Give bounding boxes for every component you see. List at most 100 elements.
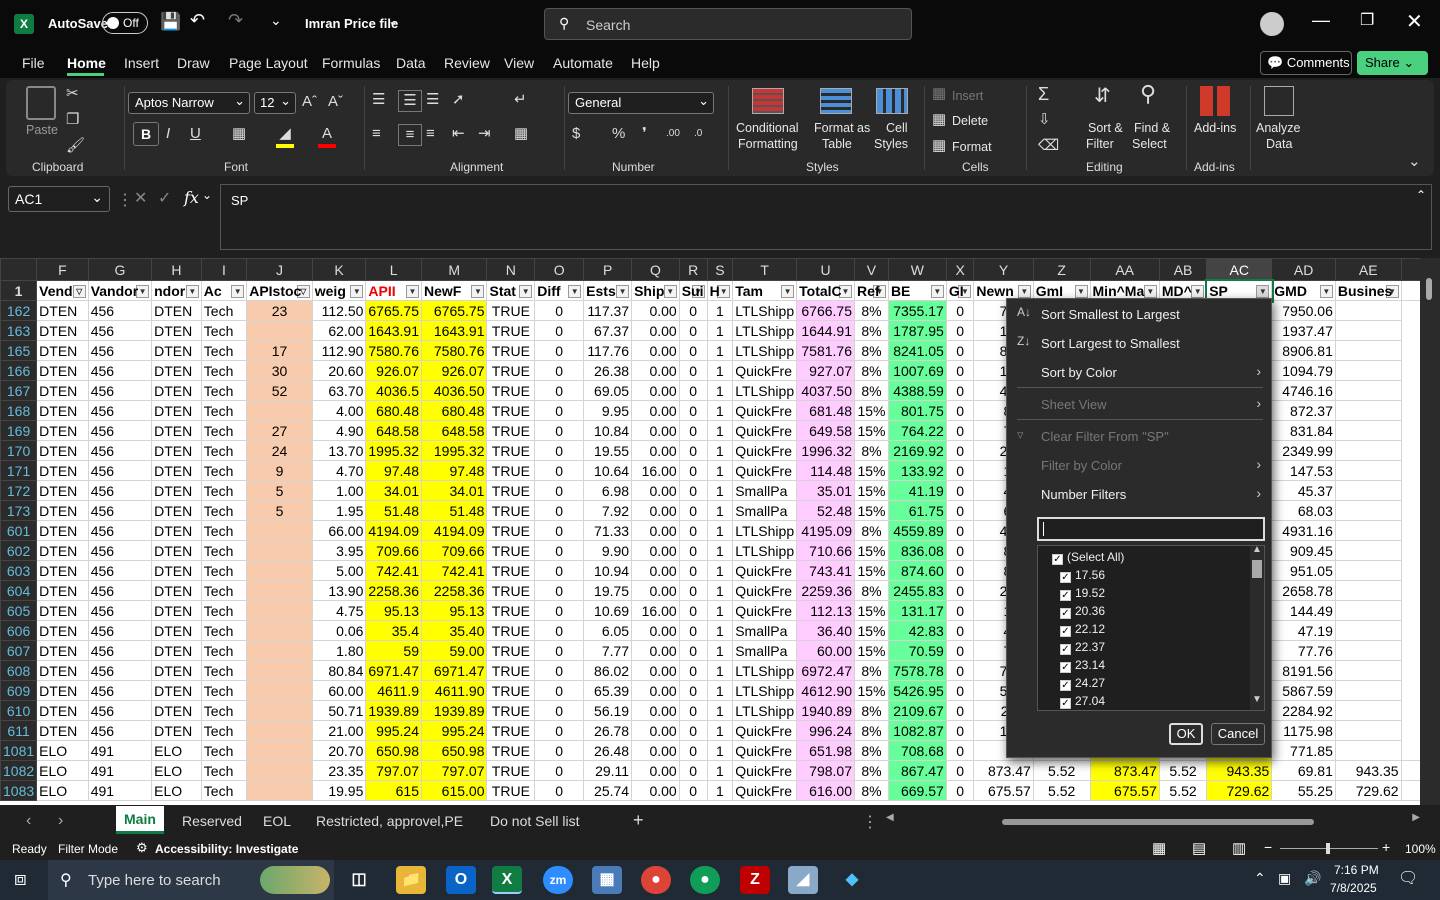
table-cell[interactable]: DTEN (151, 460, 202, 481)
table-header-cell[interactable]: ▼ APII (365, 280, 422, 301)
font-color-icon[interactable]: A (318, 124, 336, 148)
table-cell[interactable]: 4611.90 (420, 680, 488, 701)
table-cell[interactable]: 456 (87, 660, 153, 681)
table-cell[interactable]: 13.70 (311, 440, 367, 461)
table-cell[interactable]: 4.70 (311, 460, 367, 481)
zoom-app-icon[interactable]: zm (543, 866, 573, 894)
table-cell[interactable]: 648.58 (365, 420, 422, 441)
table-header-cell[interactable]: ▼ ndor (151, 280, 202, 301)
cell-styles-label-2[interactable]: Styles (874, 136, 908, 152)
filter-button-icon[interactable]: ▼ (568, 284, 582, 298)
table-cell[interactable]: 4.75 (311, 600, 367, 621)
table-cell[interactable]: QuickFre (732, 420, 798, 441)
table-cell[interactable]: 15% (854, 600, 889, 621)
filter-value-checkbox[interactable]: ✓ 22.12 (1060, 620, 1105, 638)
table-cell[interactable]: QuickFre (732, 720, 798, 741)
table-cell[interactable]: 97.48 (365, 460, 422, 481)
table-cell[interactable]: 1082.87 (887, 720, 947, 741)
clear-icon[interactable]: ⌫ (1038, 136, 1059, 156)
table-cell[interactable]: 112.90 (311, 340, 367, 361)
filter-values-list[interactable]: ✓ (Select All) ✓ 17.56 ✓ 19.52 ✓ 20.36 ✓ 22.12 ✓ 22… (1037, 545, 1265, 711)
table-cell[interactable]: 5.52 (1158, 780, 1208, 801)
table-header-cell[interactable]: ▼ Vandor (87, 280, 153, 301)
table-cell[interactable]: 708.68 (887, 740, 947, 761)
table-cell[interactable]: 1939.89 (365, 700, 422, 721)
table-cell[interactable]: 456 (87, 520, 153, 541)
table-cell[interactable]: 680.48 (420, 400, 488, 421)
table-cell[interactable]: 0 (945, 540, 975, 561)
zoom-slider[interactable] (1280, 843, 1378, 854)
column-letter[interactable]: AD (1271, 258, 1336, 281)
table-cell[interactable]: 4611.9 (365, 680, 422, 701)
table-cell[interactable]: 1 (706, 760, 734, 781)
table-cell[interactable]: 1 (706, 460, 734, 481)
table-cell[interactable]: 50.71 (311, 700, 367, 721)
table-cell[interactable]: 1 (706, 360, 734, 381)
table-cell[interactable]: 19.95 (311, 780, 367, 801)
table-cell[interactable]: QuickFre (732, 580, 798, 601)
zoom-level[interactable]: 100% (1405, 842, 1436, 856)
table-cell[interactable]: 8% (854, 360, 889, 381)
table-cell[interactable]: LTLShipp (732, 660, 798, 681)
table-cell[interactable]: 1094.79 (1271, 360, 1336, 381)
table-cell[interactable]: 0 (678, 360, 708, 381)
decrease-indent-icon[interactable]: ⇤ (452, 124, 465, 144)
table-cell[interactable]: 669.57 (887, 780, 947, 801)
table-header-cell[interactable]: ▼ GMD (1271, 280, 1336, 301)
table-cell[interactable]: 872.37 (1271, 400, 1336, 421)
table-header-cell[interactable]: ▼ BE (887, 280, 947, 301)
table-cell[interactable]: LTLShipp (732, 300, 798, 321)
analyze-data-label-2[interactable]: Data (1266, 136, 1292, 152)
table-cell[interactable]: 7.77 (583, 640, 633, 661)
table-cell[interactable]: 21.00 (311, 720, 367, 741)
table-cell[interactable] (246, 320, 313, 341)
table-cell[interactable]: 2658.78 (1271, 580, 1336, 601)
table-cell[interactable]: 0 (678, 580, 708, 601)
table-cell[interactable]: 8% (854, 440, 889, 461)
table-cell[interactable]: LTLShipp (732, 700, 798, 721)
table-cell[interactable]: DTEN (151, 400, 202, 421)
app-icon-2[interactable]: ◆ (837, 866, 867, 894)
table-cell[interactable]: 6971.47 (420, 660, 488, 681)
table-cell[interactable]: 0 (945, 380, 975, 401)
page-break-view-icon[interactable]: ▥ (1232, 839, 1246, 857)
table-cell[interactable]: 909.45 (1271, 540, 1336, 561)
table-cell[interactable]: 4.90 (311, 420, 367, 441)
table-cell[interactable]: TRUE (486, 520, 536, 541)
table-cell[interactable]: 1007.69 (887, 360, 947, 381)
table-header-cell[interactable]: ▼ H (706, 280, 734, 301)
cancel-entry-icon[interactable]: ✕ (134, 188, 147, 208)
table-cell[interactable]: 1 (706, 620, 734, 641)
filter-button-icon[interactable]: ▼ (350, 284, 364, 298)
table-cell[interactable]: 2284.92 (1271, 700, 1336, 721)
number-filters-item[interactable]: Number Filters (1041, 487, 1126, 502)
table-cell[interactable]: 0 (534, 740, 585, 761)
column-letter[interactable]: T (732, 258, 798, 281)
table-cell[interactable]: Tech (200, 380, 248, 401)
table-cell[interactable]: Tech (200, 440, 248, 461)
table-cell[interactable]: Tech (200, 400, 248, 421)
table-cell[interactable]: 615 (365, 780, 422, 801)
vertical-scrollbar[interactable] (1420, 258, 1440, 805)
addins-icon[interactable] (1200, 86, 1232, 116)
column-letter[interactable]: AE (1334, 258, 1402, 281)
table-cell[interactable] (246, 680, 313, 701)
scroll-left-icon[interactable]: ‹ (26, 812, 31, 830)
table-cell[interactable]: 0 (945, 480, 975, 501)
table-cell[interactable]: 951.05 (1271, 560, 1336, 581)
chrome-icon[interactable]: ● (641, 866, 671, 894)
table-cell[interactable]: 456 (87, 300, 153, 321)
table-cell[interactable]: Tech (200, 640, 248, 661)
table-cell[interactable]: 6766.75 (796, 300, 855, 321)
table-cell[interactable]: 0 (678, 640, 708, 661)
table-cell[interactable]: 995.24 (365, 720, 422, 741)
table-cell[interactable]: 1 (706, 540, 734, 561)
table-cell[interactable]: 86.02 (583, 660, 633, 681)
table-cell[interactable]: 112.13 (796, 600, 855, 621)
filter-value-checkbox[interactable]: ✓ (Select All) (1052, 548, 1124, 566)
column-letter[interactable]: Z (1032, 258, 1091, 281)
table-cell[interactable]: DTEN (36, 460, 89, 481)
menu-insert[interactable]: Insert (124, 55, 159, 71)
table-cell[interactable]: 0 (678, 600, 708, 621)
table-cell[interactable]: 649.58 (796, 420, 855, 441)
